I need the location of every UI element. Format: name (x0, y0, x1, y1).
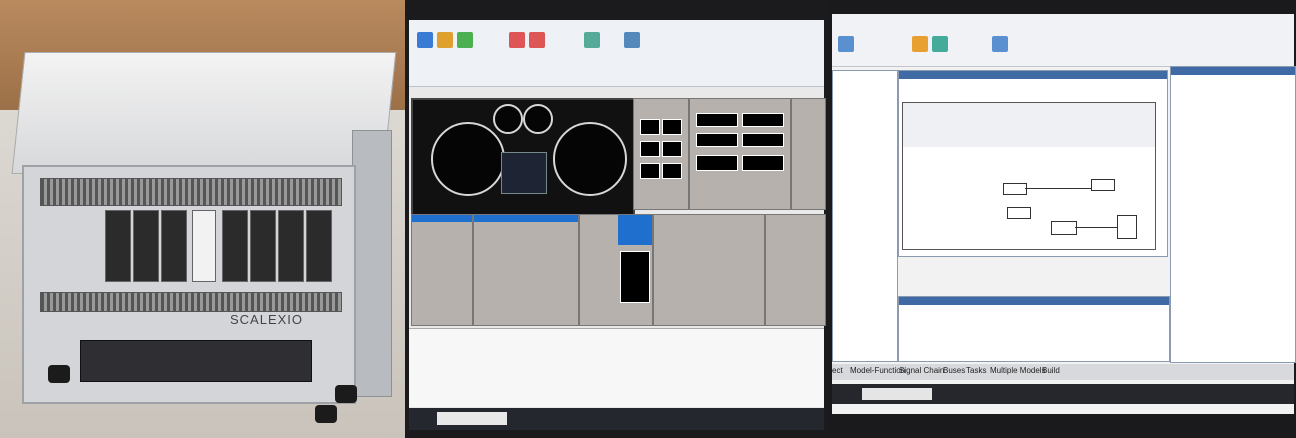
ribbon-button[interactable] (417, 32, 433, 48)
tab-build[interactable]: Build (1042, 366, 1060, 375)
ribbon-button[interactable] (509, 32, 525, 48)
model-block[interactable] (1117, 215, 1137, 239)
io-board-slot (306, 210, 332, 282)
taskbar-search[interactable] (862, 388, 932, 400)
ribbon-button[interactable] (584, 32, 600, 48)
variable-list-area (409, 328, 824, 407)
ribbon-button[interactable] (437, 32, 453, 48)
panel-button[interactable] (742, 155, 784, 171)
panel-button[interactable] (696, 133, 738, 147)
top-vent-grille (40, 178, 342, 206)
ribbon-button[interactable] (932, 36, 948, 52)
panel-button[interactable] (640, 141, 660, 157)
controldesk-screen-panel (405, 0, 830, 438)
brand-label: SCALEXIO (230, 312, 304, 327)
center-display (501, 152, 547, 194)
middle-vent-grille (40, 292, 342, 312)
side-info-panel (791, 98, 826, 210)
caster-wheel (48, 365, 70, 383)
signal-line (1075, 227, 1117, 228)
chassis-side (352, 130, 392, 397)
taskbar-search[interactable] (437, 412, 507, 425)
caster-wheel (315, 405, 337, 423)
panel-button[interactable] (662, 141, 682, 157)
panel-button[interactable] (742, 113, 784, 127)
black-display (620, 251, 650, 303)
panel-button[interactable] (640, 119, 660, 135)
ribbon-button[interactable] (529, 32, 545, 48)
panel-button[interactable] (696, 113, 738, 127)
windows-taskbar (409, 408, 824, 430)
panel-button[interactable] (662, 163, 682, 179)
tab-buses[interactable]: Buses (943, 366, 965, 375)
tab-ect[interactable]: ect (832, 366, 843, 375)
signal-line (1025, 188, 1091, 189)
io-board-slot (133, 210, 159, 282)
panel-button[interactable] (640, 163, 660, 179)
panel-button[interactable] (696, 155, 738, 171)
monitor-screen: ect Model-Function Signal Chain Buses Ta… (832, 14, 1296, 414)
left-pane (832, 70, 898, 362)
instrument-cluster (411, 98, 635, 232)
tab-tasks[interactable]: Tasks (966, 366, 986, 375)
small-gauge (493, 104, 523, 134)
panel-button[interactable] (662, 119, 682, 135)
model-block[interactable] (1091, 179, 1115, 191)
speedometer-gauge (431, 122, 505, 196)
blue-display (618, 215, 652, 245)
windows-taskbar (832, 384, 1294, 404)
lower-panel-5 (765, 214, 826, 326)
io-board-slot (222, 210, 248, 282)
simulink-window (902, 102, 1156, 250)
control-panel-right (689, 98, 791, 210)
model-block[interactable] (1007, 207, 1031, 219)
control-panel-left (633, 98, 689, 210)
lower-panel-1 (411, 214, 473, 326)
ribbon-toolbar (832, 14, 1294, 67)
tab-signal-chain[interactable]: Signal Chain (899, 366, 944, 375)
model-block[interactable] (1051, 221, 1077, 235)
conflicts-header (899, 297, 1169, 305)
panel-header (474, 215, 578, 222)
panel-button[interactable] (742, 133, 784, 147)
panel-header (412, 215, 472, 222)
lower-panel-3 (579, 214, 653, 326)
properties-header (1171, 67, 1295, 75)
chassis-top-cover (11, 52, 397, 174)
lower-panel-2 (473, 214, 579, 326)
io-board-slot (161, 210, 187, 282)
ribbon-button[interactable] (838, 36, 854, 52)
small-gauge (523, 104, 553, 134)
simulink-toolbar (903, 103, 1155, 147)
lower-panel-4 (653, 214, 765, 326)
io-board-slot (250, 210, 276, 282)
bottom-tab-bar: ect Model-Function Signal Chain Buses Ta… (832, 364, 1294, 380)
power-supply-unit (80, 340, 312, 382)
conflicts-pane (898, 296, 1170, 362)
scalexio-photo-panel: SCALEXIO (0, 0, 405, 438)
io-board-slot (278, 210, 304, 282)
ribbon-button[interactable] (912, 36, 928, 52)
tab-multiple-models[interactable]: Multiple Models (990, 366, 1046, 375)
window-header (899, 71, 1167, 79)
tab-model-function[interactable]: Model-Function (850, 366, 905, 375)
properties-pane (1170, 66, 1296, 363)
ribbon-button[interactable] (457, 32, 473, 48)
ribbon-button[interactable] (992, 36, 1008, 52)
model-block[interactable] (1003, 183, 1027, 195)
tachometer-gauge (553, 122, 627, 196)
ribbon-toolbar (409, 20, 824, 87)
caster-wheel (335, 385, 357, 403)
laptop-screen (409, 20, 826, 430)
ribbon-button[interactable] (624, 32, 640, 48)
io-board-slot (105, 210, 131, 282)
connector-board (192, 210, 216, 282)
configurationdesk-screen-panel: ect Model-Function Signal Chain Buses Ta… (830, 0, 1296, 438)
